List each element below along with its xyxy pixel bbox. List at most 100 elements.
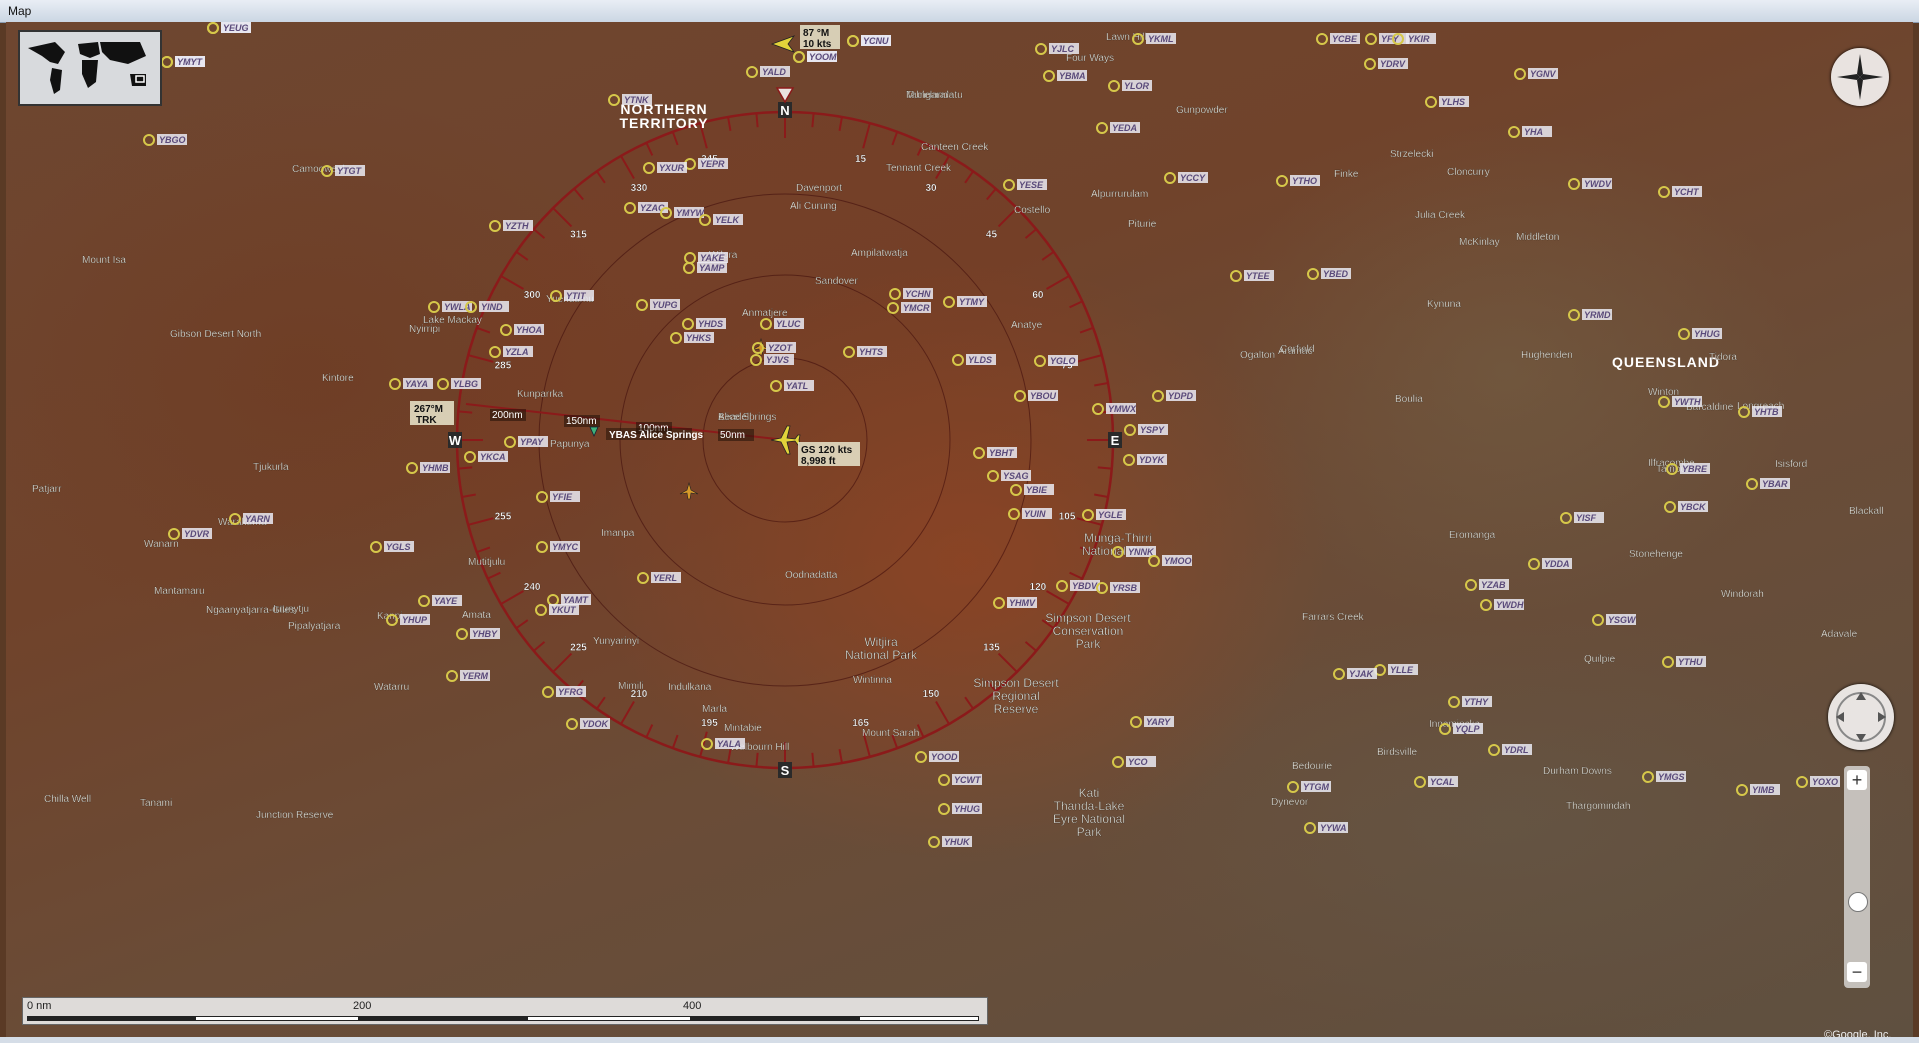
place-label: Tennant Creek	[886, 163, 952, 174]
airport-icon	[1333, 668, 1345, 680]
place-label: Tjukurla	[253, 462, 289, 473]
rose-tick	[811, 113, 815, 128]
airport-ident: YGLO	[1050, 356, 1076, 366]
airport-ident: YARY	[1146, 717, 1171, 727]
airport-icon	[1164, 172, 1176, 184]
airport-marker: YTNK	[608, 94, 652, 106]
airport-icon	[1488, 744, 1500, 756]
airport-marker: YISF	[1560, 512, 1604, 524]
airport-ident: YELK	[715, 215, 741, 225]
place-label: Gibson Desert North	[170, 329, 261, 340]
rose-degree-label: 105	[1059, 511, 1076, 522]
park-label: Reserve	[994, 702, 1039, 716]
airport-icon	[1414, 776, 1426, 788]
rose-degree-label: 60	[1032, 290, 1044, 301]
airport-ident: YDDA	[1544, 559, 1570, 569]
airport-ident: YBGO	[159, 135, 186, 145]
airport-icon	[938, 774, 950, 786]
airport-marker: YHUG	[938, 803, 982, 815]
airport-marker: YGNV	[1514, 68, 1558, 80]
airport-ident: YBCK	[1680, 502, 1707, 512]
airport-ident: YBDV	[1072, 581, 1098, 591]
map-canvas[interactable]: 1530456075105120135150165195210225240255…	[6, 22, 1913, 1037]
place-label: Ampilatwatja	[851, 248, 908, 259]
airport-icon	[1108, 80, 1120, 92]
airport-ident: YJAK	[1349, 669, 1375, 679]
map-copyright: ©Google, Inc.	[1824, 1029, 1892, 1037]
airport-marker: YJLC	[1035, 43, 1079, 55]
airport-marker: YTHO	[1276, 175, 1320, 187]
place-label: Alpurrurulam	[1091, 189, 1148, 200]
rose-degree-text: 195	[701, 718, 718, 729]
airport-ident: YAYA	[405, 379, 428, 389]
airport-ident: YFIE	[552, 492, 573, 502]
airport-ident: YOOD	[931, 752, 958, 762]
airport-ident: YDRL	[1504, 745, 1529, 755]
airport-icon	[1307, 268, 1319, 280]
airport-ident: YNNK	[1128, 547, 1155, 557]
scale-label-200: 200	[353, 1000, 372, 1012]
airport-marker: YIMB	[1736, 784, 1780, 796]
airport-ident: YTGM	[1303, 782, 1330, 792]
rose-degree-text: 255	[495, 512, 512, 523]
rose-degree-label: 255	[494, 511, 512, 523]
north-up-compass-button[interactable]	[1831, 48, 1889, 106]
pan-control[interactable]	[1828, 684, 1894, 750]
airport-ident: YHA	[1524, 127, 1543, 137]
airport-ident: YZLA	[505, 347, 529, 357]
airport-icon	[566, 718, 578, 730]
map-overlay: 1530456075105120135150165195210225240255…	[32, 22, 1884, 848]
airport-icon	[1642, 771, 1654, 783]
airport-marker: YBGO	[143, 134, 187, 146]
zoom-in-button[interactable]: +	[1847, 770, 1867, 790]
airport-ident: YHBY	[472, 629, 498, 639]
airport-ident: YFY	[1381, 34, 1400, 44]
airport-ident: YQLP	[1455, 724, 1481, 734]
scale-segment	[27, 1016, 195, 1021]
place-label: Farrars Creek	[1302, 612, 1365, 623]
place-label: Irrunytju	[273, 604, 309, 615]
place-label: Mutitjulu	[468, 557, 505, 568]
rose-tick	[458, 466, 473, 470]
range-label: 200nm	[492, 410, 523, 421]
airport-ident: YEDA	[1112, 123, 1137, 133]
airport-marker: YJAK	[1333, 668, 1377, 680]
airport-marker: YBMA	[1043, 70, 1087, 82]
world-overview-minimap[interactable]	[18, 30, 162, 106]
airport-icon	[1304, 822, 1316, 834]
zoom-slider-track[interactable]	[1844, 766, 1870, 988]
aircraft-groundspeed: GS 120 kts	[801, 445, 853, 456]
airport-icon	[418, 595, 430, 607]
place-label: Costello	[1014, 205, 1051, 216]
airport-ident: YBOU	[1030, 391, 1057, 401]
traffic-shape	[770, 35, 796, 53]
park-label: Park	[1077, 825, 1103, 839]
place-label: Dynevor	[1271, 797, 1309, 808]
airport-icon	[1364, 58, 1376, 70]
place-label: Kunparrka	[517, 389, 564, 400]
zoom-out-button[interactable]: −	[1847, 962, 1867, 982]
airport-ident: YYWA	[1320, 823, 1347, 833]
place-label: Adavale	[1821, 629, 1858, 640]
place-label: Bedourie	[1292, 761, 1332, 772]
region-territory: TERRITORY	[619, 115, 708, 131]
zoom-slider-handle[interactable]	[1848, 892, 1868, 912]
airport-icon	[1316, 33, 1328, 45]
airport-icon	[1448, 696, 1460, 708]
place-label: Tidora	[1709, 352, 1737, 363]
airport-ident: YSPY	[1140, 425, 1165, 435]
airport-ident: YCNU	[863, 36, 889, 46]
airport-icon	[1480, 599, 1492, 611]
airport-marker: YDPD	[1152, 390, 1196, 402]
park-label: Eyre National	[1053, 812, 1125, 826]
rose-degree-label: 195	[701, 718, 718, 729]
airport-ident: YUIN	[1024, 509, 1046, 519]
airport-icon	[1658, 396, 1670, 408]
airport-ident: YZOT	[768, 343, 794, 353]
airport-ident: YSAG	[1003, 471, 1029, 481]
airport-icon	[456, 628, 468, 640]
traffic-heading: 87 °M	[803, 28, 829, 39]
scale-label-400: 400	[683, 1000, 702, 1012]
airport-ident: YIND	[481, 302, 503, 312]
place-label: Four Ways	[1066, 53, 1114, 64]
